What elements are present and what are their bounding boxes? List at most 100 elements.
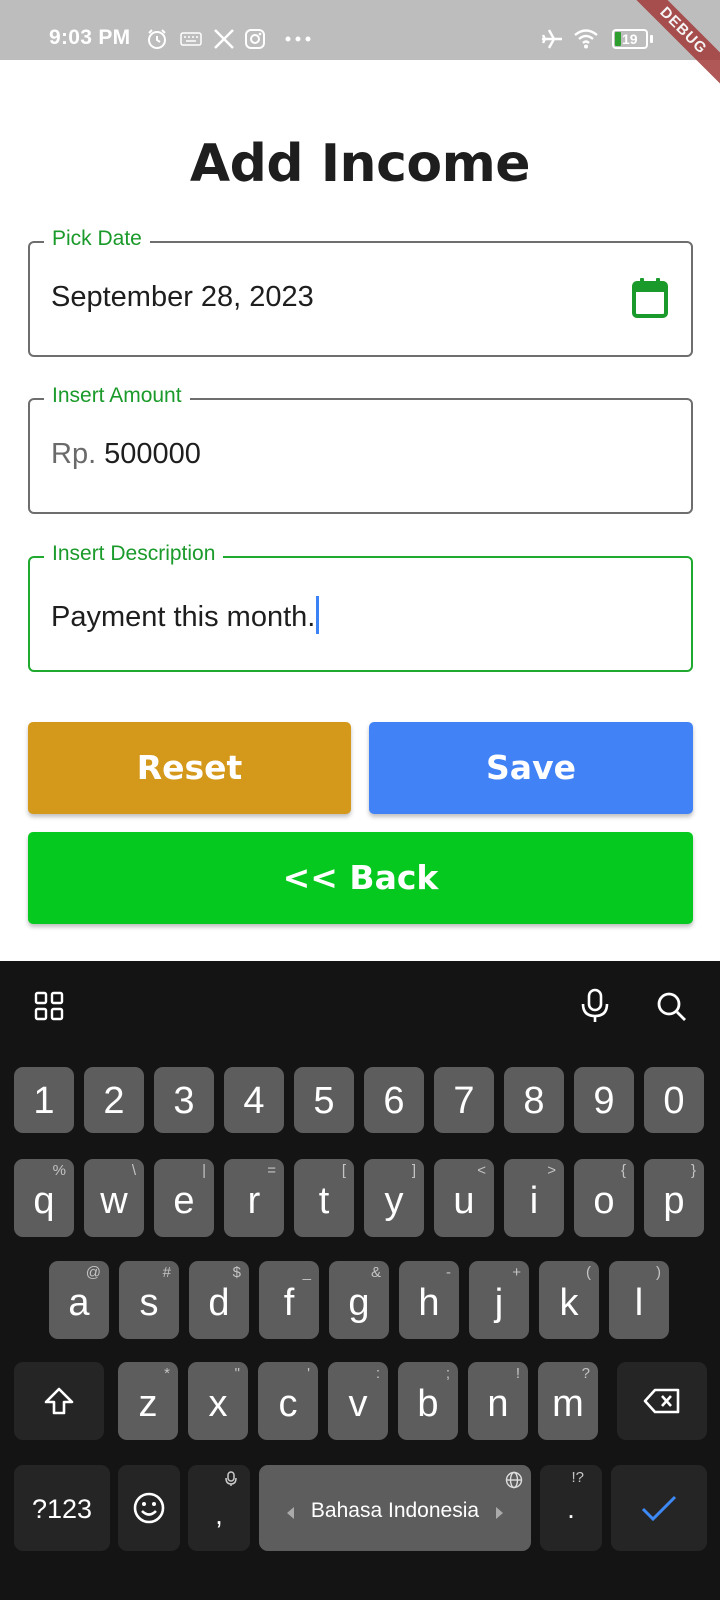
key-0[interactable]: 0	[644, 1067, 704, 1133]
key-label: z	[138, 1383, 158, 1425]
microphone-icon[interactable]	[578, 988, 612, 1024]
key-w[interactable]: \ w	[84, 1159, 144, 1237]
key-b[interactable]: ; b	[398, 1362, 458, 1440]
key-alt-symbol: ;	[445, 1365, 450, 1382]
key-label: 7	[453, 1080, 475, 1122]
key-label: u	[453, 1180, 475, 1222]
emoji-key[interactable]	[118, 1465, 180, 1551]
key-alt-symbol: \	[131, 1162, 136, 1179]
period-key[interactable]: !? .	[540, 1465, 602, 1551]
shift-key[interactable]	[14, 1362, 104, 1440]
key-alt-symbol: !	[515, 1365, 520, 1382]
key-s[interactable]: # s	[119, 1261, 179, 1339]
key-label: 4	[243, 1080, 265, 1122]
key-8[interactable]: 8	[504, 1067, 564, 1133]
key-a[interactable]: @ a	[49, 1261, 109, 1339]
keyboard-icon	[180, 32, 202, 46]
key-alt-symbol: $	[232, 1264, 241, 1281]
symbols-key-label: ?123	[31, 1494, 93, 1524]
key-label: d	[208, 1282, 230, 1324]
status-time: 9:03 PM	[49, 26, 131, 49]
key-1[interactable]: 1	[14, 1067, 74, 1133]
key-5[interactable]: 5	[294, 1067, 354, 1133]
key-label: o	[593, 1180, 615, 1222]
key-m[interactable]: ? m	[538, 1362, 598, 1440]
key-2[interactable]: 2	[84, 1067, 144, 1133]
key-label: s	[139, 1282, 159, 1324]
key-x[interactable]: " x	[188, 1362, 248, 1440]
key-label: n	[487, 1383, 509, 1425]
key-v[interactable]: :v	[328, 1362, 388, 1440]
key-g[interactable]: & g	[329, 1261, 389, 1339]
key-label: 1	[33, 1080, 55, 1122]
comma-key[interactable]: ,	[188, 1465, 250, 1551]
key-h[interactable]: -h	[399, 1261, 459, 1339]
battery-level: 19	[622, 31, 638, 47]
key-label: 5	[313, 1080, 335, 1122]
key-label: k	[559, 1282, 579, 1324]
description-field[interactable]: Insert Description Payment this month.	[28, 542, 693, 672]
key-6[interactable]: 6	[364, 1067, 424, 1133]
key-label: 6	[383, 1080, 405, 1122]
comma-key-label: ,	[215, 1500, 223, 1530]
key-alt-symbol: [	[341, 1162, 346, 1179]
airplane-icon	[541, 29, 562, 49]
key-f[interactable]: _ f	[259, 1261, 319, 1339]
key-u[interactable]: < u	[434, 1159, 494, 1237]
key-4[interactable]: 4	[224, 1067, 284, 1133]
key-j[interactable]: + j	[469, 1261, 529, 1339]
key-y[interactable]: ] y	[364, 1159, 424, 1237]
key-alt-symbol: :	[375, 1365, 380, 1382]
key-q[interactable]: % q	[14, 1159, 74, 1237]
key-9[interactable]: 9	[574, 1067, 634, 1133]
more-dots-icon	[285, 36, 311, 42]
symbols-key[interactable]: ?123	[14, 1465, 110, 1551]
date-field[interactable]: Pick Date September 28, 2023	[28, 227, 693, 357]
key-t[interactable]: [t	[294, 1159, 354, 1237]
key-label: v	[348, 1383, 368, 1425]
apps-grid-icon[interactable]	[34, 991, 64, 1021]
key-3[interactable]: 3	[154, 1067, 214, 1133]
key-i[interactable]: > i	[504, 1159, 564, 1237]
amount-value: 500000	[104, 438, 201, 470]
key-d[interactable]: $ d	[189, 1261, 249, 1339]
key-label: q	[33, 1180, 55, 1222]
amount-field[interactable]: Insert Amount Rp. 500000	[28, 384, 693, 514]
date-field-label: Pick Date	[44, 227, 150, 251]
space-key[interactable]: Bahasa Indonesia	[259, 1465, 531, 1551]
backspace-key[interactable]	[617, 1362, 707, 1440]
key-alt-symbol: {	[620, 1162, 626, 1179]
save-button[interactable]: Save	[369, 722, 693, 814]
back-button[interactable]: << Back	[28, 832, 693, 924]
calendar-icon[interactable]	[631, 277, 669, 319]
key-label: i	[529, 1180, 539, 1222]
key-label: 2	[103, 1080, 125, 1122]
key-l[interactable]: ) l	[609, 1261, 669, 1339]
key-z[interactable]: * z	[118, 1362, 178, 1440]
key-alt-symbol: <	[477, 1162, 486, 1179]
key-e[interactable]: | e	[154, 1159, 214, 1237]
amount-field-value-wrap: Rp. 500000	[51, 438, 201, 471]
key-o[interactable]: {o	[574, 1159, 634, 1237]
page-title: Add Income	[189, 134, 531, 194]
key-r[interactable]: = r	[224, 1159, 284, 1237]
key-label: p	[663, 1180, 685, 1222]
key-k[interactable]: (k	[539, 1261, 599, 1339]
key-alt-symbol: }	[690, 1162, 696, 1179]
key-label: c	[278, 1383, 298, 1425]
key-7[interactable]: 7	[434, 1067, 494, 1133]
key-label: y	[384, 1180, 404, 1222]
search-icon[interactable]	[656, 991, 688, 1023]
done-key[interactable]	[611, 1465, 707, 1551]
alarm-icon	[148, 29, 166, 49]
on-screen-keyboard: 1234567890 % q \ w | e = r[t] y < u > i{o} p @ a # s $ d _ f…	[0, 961, 720, 1600]
key-label: b	[417, 1383, 439, 1425]
key-p[interactable]: } p	[644, 1159, 704, 1237]
key-label: 0	[663, 1080, 685, 1122]
instagram-icon	[245, 29, 265, 49]
reset-button[interactable]: Reset	[28, 722, 351, 814]
key-label: 8	[523, 1080, 545, 1122]
key-c[interactable]: ' c	[258, 1362, 318, 1440]
key-n[interactable]: ! n	[468, 1362, 528, 1440]
key-label: l	[634, 1282, 644, 1324]
